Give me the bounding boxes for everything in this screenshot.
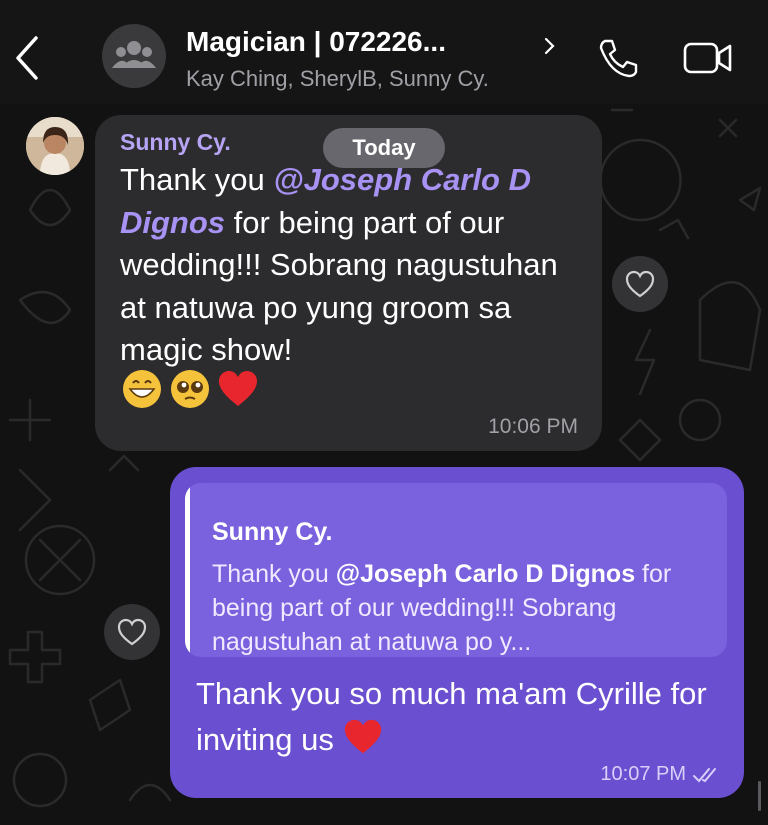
red-heart-emoji — [219, 371, 257, 406]
avatar[interactable] — [26, 117, 84, 175]
video-icon[interactable] — [682, 38, 734, 78]
phone-icon[interactable] — [596, 36, 640, 80]
pleading-face-emoji — [171, 370, 209, 408]
message-timestamp: 10:06 PM — [488, 415, 578, 438]
message-text: Thank you @Joseph Carlo D Dignos for bei… — [120, 162, 558, 367]
double-check-icon — [693, 768, 716, 783]
heart-outline-icon — [625, 270, 655, 298]
red-heart-emoji — [345, 719, 382, 753]
quoted-message[interactable]: Sunny Cy. Thank you @Joseph Carlo D Dign… — [185, 483, 727, 657]
message-timestamp: 10:07 PM — [600, 763, 686, 785]
message-sender[interactable]: Sunny Cy. — [120, 129, 231, 156]
quote-bar — [185, 483, 190, 657]
chevron-left-icon[interactable] — [10, 32, 46, 84]
chevron-right-icon[interactable] — [540, 34, 560, 58]
chat-header: Magician | 072226... Kay Ching, SherylB,… — [0, 0, 768, 104]
chat-members[interactable]: Kay Ching, SherylB, Sunny Cy. — [186, 66, 489, 92]
group-icon — [112, 41, 156, 68]
heart-outline-icon — [117, 618, 147, 646]
scrollbar[interactable] — [758, 781, 761, 811]
date-divider: Today — [323, 128, 445, 168]
sender-photo — [26, 117, 84, 175]
react-button[interactable] — [104, 604, 160, 660]
grinning-face-emoji — [123, 370, 161, 408]
quoted-text: Thank you @Joseph Carlo D Dignos for bei… — [212, 560, 672, 656]
quoted-sender: Sunny Cy. — [212, 518, 333, 546]
message-text: Thank you so much ma'am Cyrille for invi… — [196, 676, 707, 757]
outgoing-message-bubble[interactable]: Sunny Cy. Thank you @Joseph Carlo D Dign… — [170, 467, 744, 798]
group-avatar[interactable] — [102, 24, 166, 88]
chat-title[interactable]: Magician | 072226... — [186, 26, 446, 58]
react-button[interactable] — [612, 256, 668, 312]
